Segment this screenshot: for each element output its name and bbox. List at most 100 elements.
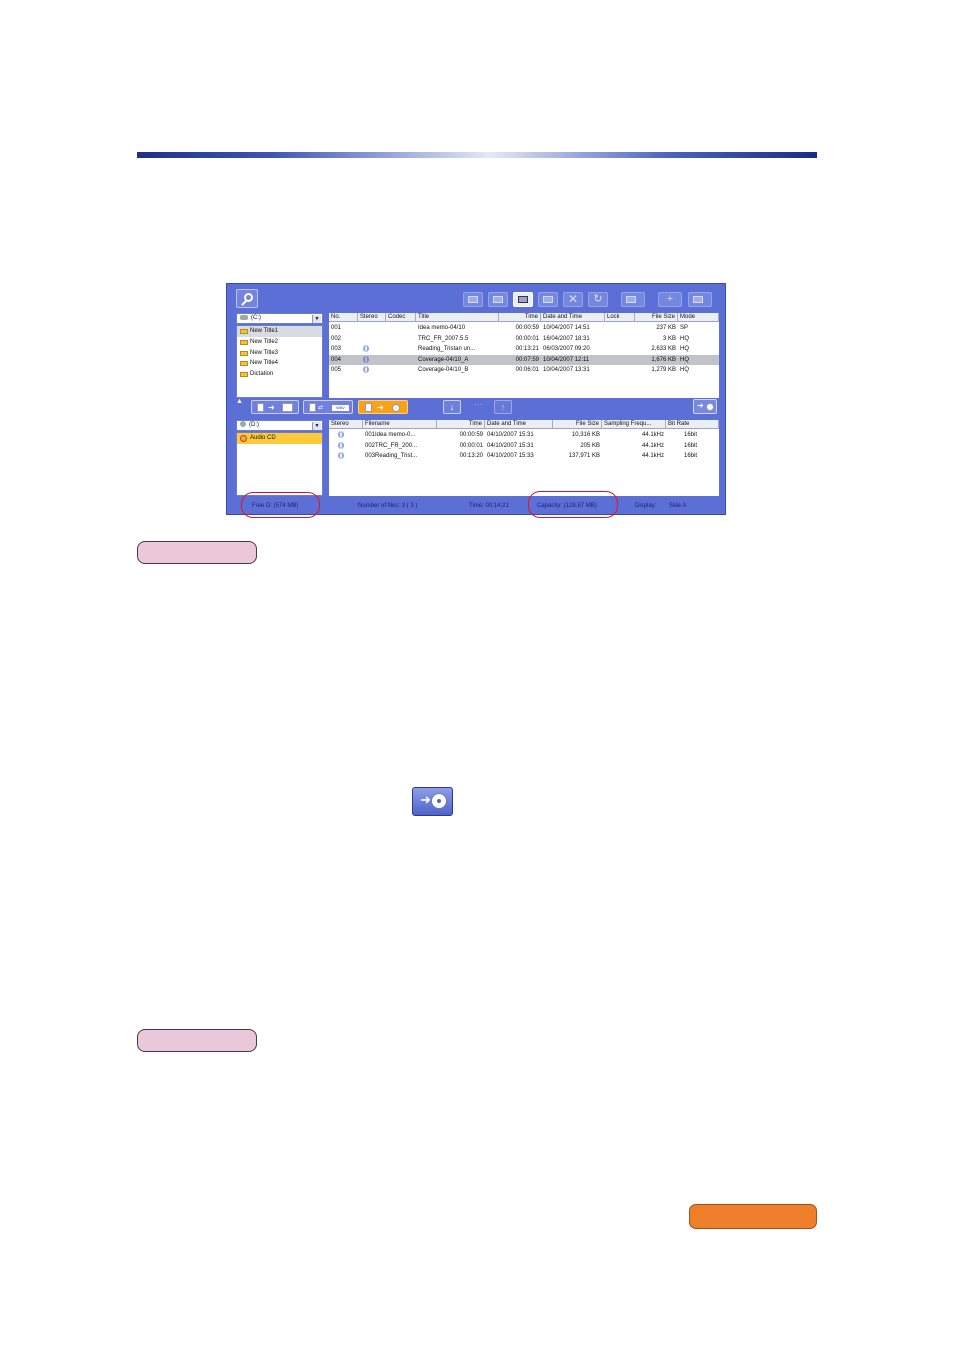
move-down-button[interactable]: ↓ [443, 400, 461, 414]
column-header[interactable]: Lock [605, 313, 635, 322]
print-button[interactable] [513, 292, 533, 307]
delete-icon: ✕ [567, 292, 579, 306]
side-label: Side A [669, 503, 687, 509]
table-row[interactable]: ((·)) 002TRC_FR_200... 00:00:01 04/10/2007 … [329, 441, 719, 452]
table-row[interactable]: ((·)) 001Idea memo-0... 00:00:59 04/10/2007… [329, 430, 719, 441]
column-header[interactable]: Bit Rate [666, 420, 719, 429]
copy-button[interactable] [463, 292, 483, 307]
display-label: Display: [635, 503, 657, 509]
move-up-button[interactable]: ↑ [494, 400, 512, 414]
folder-icon [240, 339, 248, 345]
cell-mode: HQ [680, 346, 689, 353]
cell-no: 003 [331, 346, 342, 353]
column-header[interactable]: Date and Time [541, 313, 605, 322]
folder-item[interactable]: New Title1 [237, 326, 322, 337]
add-icon: + [666, 293, 674, 305]
app-window: ✕ ↻ + (C:) ▼ New Title1 New Title2 New T… [226, 283, 726, 515]
add-button[interactable]: + [658, 292, 682, 307]
burn-cd-button[interactable]: ➜ [693, 399, 717, 414]
cell-time: 00:07:59 [515, 356, 539, 363]
cell-mode: HQ [680, 335, 689, 342]
cell-size: 1,676 KB [651, 356, 676, 363]
folder-item[interactable]: New Title3 [237, 348, 322, 359]
cell-freq: 44.1kHz [641, 453, 664, 460]
audio-cd-icon [240, 435, 247, 442]
table-row[interactable]: 005 ((·)) Coverage-04/10_B 00:06:01 10/04/20… [329, 365, 719, 376]
cell-time: 00:00:01 [459, 442, 483, 449]
move-button[interactable] [488, 292, 508, 307]
column-header[interactable]: Filename [363, 420, 437, 429]
stereo-icon: ((·)) [338, 432, 344, 438]
move-icon [493, 296, 503, 303]
cell-size: 10,316 KB [571, 432, 600, 438]
column-header[interactable]: Time [499, 313, 541, 322]
cell-mode: SP [680, 325, 689, 331]
column-header[interactable]: Time [437, 420, 485, 429]
column-header[interactable]: Title [416, 313, 499, 322]
cd-file-list: Stereo Filename Time Date and Time File … [329, 420, 719, 496]
cell-filename: 003Reading_Trist... [365, 453, 418, 460]
cell-title: Reading_Tristan un... [418, 346, 476, 353]
column-header[interactable]: No. [329, 313, 358, 322]
folder-item[interactable]: New Title2 [237, 337, 322, 348]
transfer-bar: ▲ ➜ ⇄ WAV ➜ ↓ ··· ↑ ➜ [230, 397, 724, 416]
chevron-down-icon: ▼ [312, 315, 321, 323]
cell-freq: 44.1kHz [641, 442, 664, 449]
free-space-highlight [241, 492, 320, 518]
cell-no: 005 [331, 367, 342, 374]
cell-size: 3 KB [662, 335, 676, 342]
cell-date: 04/10/2007 15:33 [487, 453, 534, 460]
cell-time: 00:00:01 [515, 335, 539, 342]
drive-select-top[interactable]: (C:) ▼ [236, 313, 323, 324]
title-button[interactable] [688, 292, 712, 307]
folder-icon [282, 403, 293, 412]
column-header[interactable]: Stereo [329, 420, 363, 429]
copy-to-folder-button[interactable]: ➜ [251, 400, 299, 414]
arrow-right-icon: ➜ [268, 403, 275, 412]
folder-item[interactable]: New Title4 [237, 358, 322, 369]
collapse-icon[interactable]: ▲ [236, 398, 243, 405]
burn-cd-icon: ➜ [412, 787, 453, 816]
column-header[interactable]: Date and Time [485, 420, 553, 429]
cell-date: 04/10/2007 15:31 [487, 432, 534, 438]
search-button[interactable] [236, 289, 258, 308]
drive-select-bottom[interactable]: (D:) ▼ [236, 420, 323, 431]
stereo-icon: ((·)) [363, 346, 369, 353]
convert-wav-button[interactable]: ⇄ WAV [303, 400, 353, 414]
table-row[interactable]: 004 ((·)) Coverage-04/10_A 00:07:59 10/04/20… [329, 354, 719, 366]
folder-item[interactable]: Audio CD [237, 433, 322, 444]
cell-date: 10/04/2007 12:11 [543, 356, 590, 363]
column-header[interactable]: Mode [678, 313, 719, 322]
page-nav-button[interactable] [689, 1204, 817, 1229]
table-row[interactable]: 002 TRC_FR_2007.5.5 00:00:01 16/04/2007 18:… [329, 334, 719, 345]
table-row[interactable]: 003 ((·)) Reading_Tristan un... 00:13:21 06/… [329, 344, 719, 355]
cell-bits: 16bit [683, 442, 697, 449]
column-header[interactable]: File Size [635, 313, 678, 322]
export-button[interactable] [538, 292, 558, 307]
total-time-label: Time: 00:14:21 [469, 503, 509, 509]
refresh-button[interactable]: ↻ [588, 292, 608, 307]
cell-no: 004 [331, 356, 342, 363]
chevron-down-icon: ▼ [312, 422, 321, 430]
convert-icon: ⇄ [318, 405, 324, 411]
column-header[interactable]: Stereo [358, 313, 386, 322]
column-header[interactable]: Sampling Frequ... [602, 420, 666, 429]
cell-time: 00:06:01 [515, 367, 539, 374]
cell-no: 001 [331, 325, 342, 331]
cell-title: Coverage-04/10_B [418, 367, 469, 374]
split-button[interactable] [621, 292, 645, 307]
cell-time: 00:13:20 [459, 453, 483, 460]
burn-cd-mode-button[interactable]: ➜ [358, 400, 408, 414]
table-row[interactable]: ((·)) 003Reading_Trist... 00:13:20 04/10/20… [329, 451, 719, 462]
cell-size: 205 KB [580, 442, 600, 449]
header-rule [137, 152, 817, 158]
stereo-icon: ((·)) [338, 453, 344, 460]
delete-button[interactable]: ✕ [563, 292, 583, 307]
folder-item[interactable]: Dictation [237, 369, 322, 380]
cell-title: Coverage-04/10_A [418, 356, 469, 363]
folder-icon [240, 329, 248, 334]
column-header[interactable]: Codec [386, 313, 416, 322]
column-header[interactable]: File Size [553, 420, 602, 429]
table-row[interactable]: 001 Idea memo-04/10 00:00:59 10/04/2007 14:… [329, 323, 719, 334]
file-icon [257, 403, 264, 412]
